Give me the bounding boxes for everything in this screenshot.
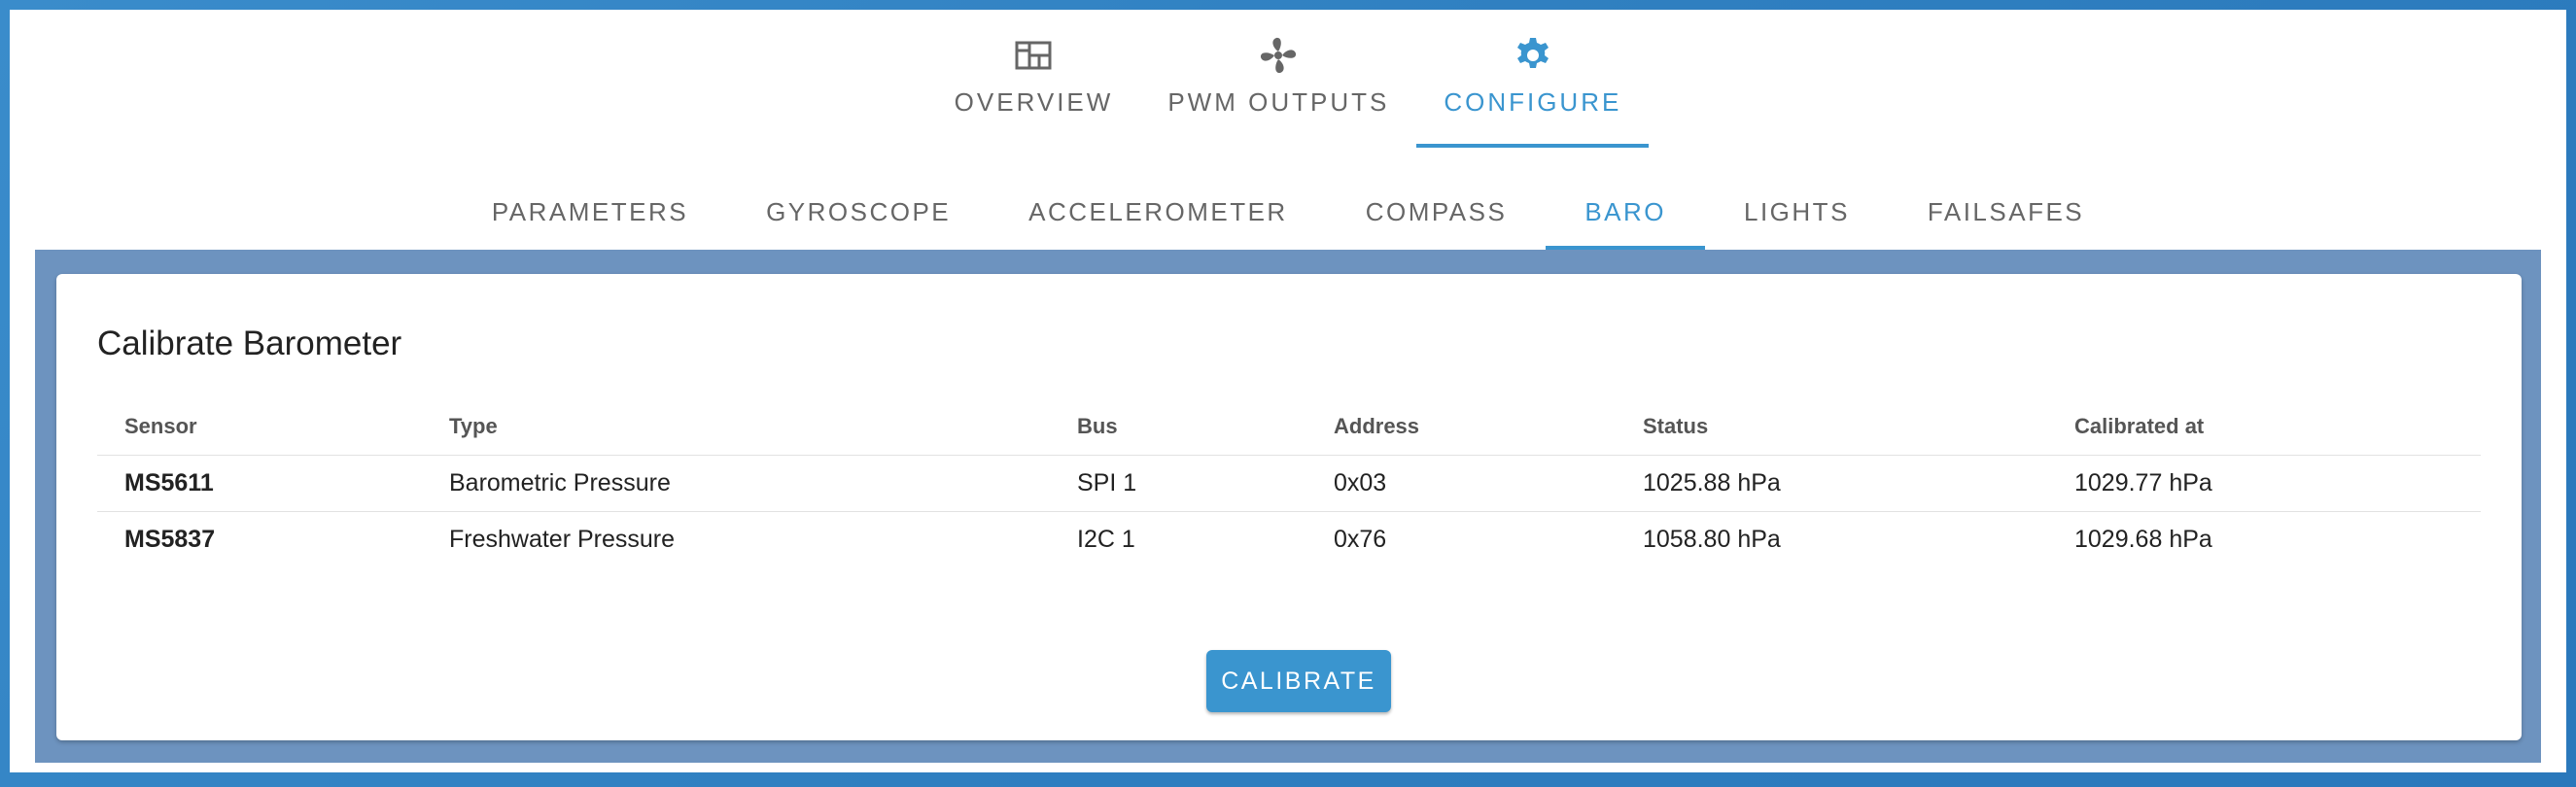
tab-gyroscope[interactable]: GYROSCOPE <box>727 180 990 250</box>
cell-type: Barometric Pressure <box>422 455 1050 512</box>
calibrate-barometer-card: Calibrate Barometer Sensor Type Bus Addr… <box>56 274 2522 740</box>
tab-configure[interactable]: CONFIGURE <box>1416 10 1650 148</box>
table-row: MS5611 Barometric Pressure SPI 1 0x03 10… <box>97 455 2481 512</box>
tab-parameters[interactable]: PARAMETERS <box>453 180 727 250</box>
tab-pwm-outputs-label: PWM OUTPUTS <box>1167 87 1390 117</box>
cell-type: Freshwater Pressure <box>449 525 676 553</box>
cell-address: 0x76 <box>1334 525 1387 553</box>
dashboard-icon <box>1013 35 1054 76</box>
cell-status: 1058.80 hPa <box>1643 525 1781 553</box>
barometer-table: Sensor Type Bus Address Status Calibrate… <box>97 398 2481 567</box>
tab-configure-label: CONFIGURE <box>1444 87 1622 117</box>
cell-sensor: MS5837 <box>124 525 216 553</box>
configure-subtabs: PARAMETERS GYROSCOPE ACCELEROMETER COMPA… <box>10 180 2566 250</box>
tab-pwm-outputs[interactable]: PWM OUTPUTS <box>1140 10 1416 148</box>
header-calibrated-at: Calibrated at <box>2047 398 2481 456</box>
cell-sensor: MS5611 <box>97 455 422 512</box>
cell-calibrated-at: 1029.77 hPa <box>2047 455 2481 512</box>
table-row: MS5837 Freshwater Pressure I2C 1 0x76 10… <box>97 511 2481 567</box>
tab-baro[interactable]: BARO <box>1546 180 1705 250</box>
cell-status: 1025.88 hPa <box>1616 455 2047 512</box>
header-sensor: Sensor <box>97 398 422 456</box>
cell-calibrated-at: 1029.68 hPa <box>2074 525 2212 553</box>
header-bus: Bus <box>1050 398 1306 456</box>
cell-bus: I2C 1 <box>1077 525 1135 553</box>
top-navigation: OVERVIEW PWM OUTPUTS CONFIGURE <box>10 10 2566 148</box>
tab-failsafes[interactable]: FAILSAFES <box>1889 180 2123 250</box>
tab-compass[interactable]: COMPASS <box>1327 180 1547 250</box>
cell-bus: SPI 1 <box>1050 455 1306 512</box>
tab-overview[interactable]: OVERVIEW <box>927 10 1141 148</box>
app-window: OVERVIEW PWM OUTPUTS CONFIGURE PARAMETER… <box>10 10 2566 772</box>
calibrate-button[interactable]: CALIBRATE <box>1206 650 1391 712</box>
fan-icon <box>1258 35 1299 76</box>
tab-overview-label: OVERVIEW <box>954 87 1114 117</box>
header-type: Type <box>422 398 1050 456</box>
card-title: Calibrate Barometer <box>97 325 402 362</box>
gear-icon <box>1513 35 1553 76</box>
tab-accelerometer[interactable]: ACCELEROMETER <box>990 180 1327 250</box>
header-address: Address <box>1306 398 1616 456</box>
cell-address: 0x03 <box>1306 455 1616 512</box>
tab-lights[interactable]: LIGHTS <box>1705 180 1889 250</box>
table-header-row: Sensor Type Bus Address Status Calibrate… <box>97 398 2481 456</box>
header-status: Status <box>1616 398 2047 456</box>
